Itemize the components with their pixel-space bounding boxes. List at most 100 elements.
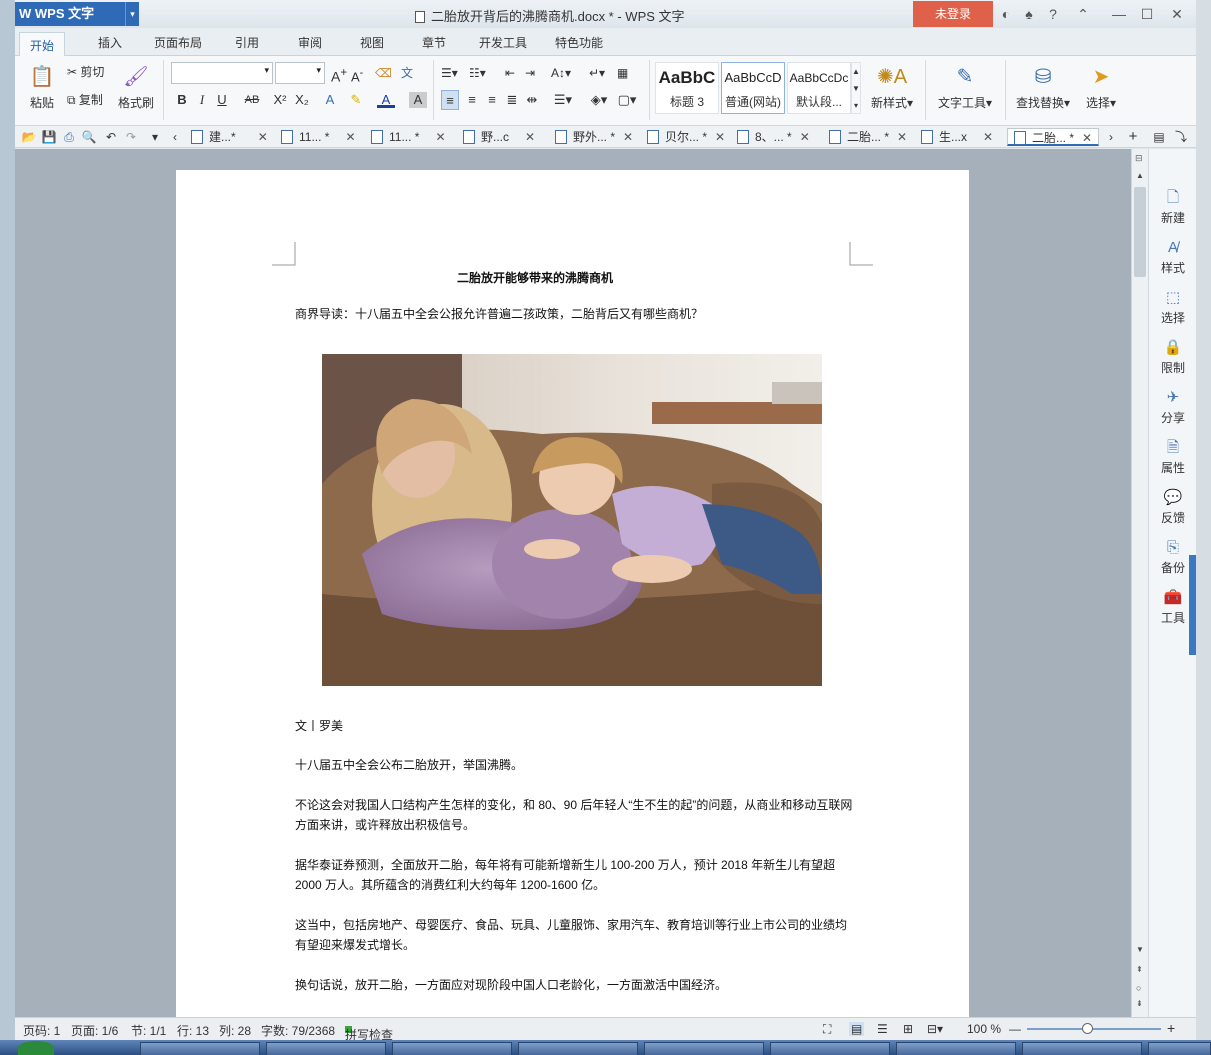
- scroll-down-icon[interactable]: ▼: [1136, 945, 1144, 954]
- style-normal-web[interactable]: AaBbCcD 普通(网站): [721, 62, 785, 114]
- undo-icon[interactable]: ↶: [103, 129, 119, 145]
- web-view-icon[interactable]: ⊞: [903, 1022, 913, 1036]
- tab-page-layout[interactable]: 页面布局: [154, 34, 202, 51]
- tab-menu-icon[interactable]: ⤵: [1173, 129, 1189, 145]
- scroll-up-icon[interactable]: ▲: [1136, 171, 1144, 180]
- start-orb-icon[interactable]: [18, 1041, 54, 1055]
- page-view-icon[interactable]: ▤: [849, 1022, 865, 1036]
- customize-quick-access-icon[interactable]: ▾: [147, 129, 163, 145]
- font-family-select[interactable]: ▾: [171, 62, 273, 84]
- skin-icon[interactable]: ◐: [994, 4, 1018, 24]
- taskbar-item[interactable]: [392, 1042, 512, 1055]
- taskbar-item[interactable]: [1022, 1042, 1142, 1055]
- select-browse-object-icon[interactable]: ○: [1136, 983, 1141, 993]
- highlight-icon[interactable]: ✎: [347, 90, 365, 110]
- outline-view-icon[interactable]: ☰: [877, 1022, 888, 1036]
- next-page-icon[interactable]: ⇟: [1136, 999, 1143, 1008]
- close-icon[interactable]: ✕: [258, 130, 268, 144]
- print-preview-icon[interactable]: 🔍: [81, 129, 97, 145]
- taskbar-item[interactable]: [518, 1042, 638, 1055]
- doc-tab[interactable]: 8、... * ✕: [737, 128, 810, 146]
- save-icon[interactable]: 💾: [41, 129, 57, 145]
- tab-insert[interactable]: 插入: [98, 34, 122, 51]
- document-canvas[interactable]: 二胎放开能够带来的沸腾商机 商界导读：十八届五中全会公报允许普遍二孩政策，二胎背…: [15, 149, 1131, 1030]
- close-icon[interactable]: ✕: [623, 130, 633, 144]
- zoom-slider-thumb[interactable]: [1082, 1023, 1094, 1034]
- login-button[interactable]: 未登录: [913, 1, 993, 27]
- text-effect-icon[interactable]: A: [321, 90, 339, 110]
- tab-review[interactable]: 审阅: [298, 34, 322, 51]
- superscript-icon[interactable]: X²: [271, 90, 289, 110]
- doc-tab[interactable]: 野...c ✕: [463, 128, 535, 146]
- italic-icon[interactable]: I: [193, 90, 211, 110]
- show-marks-icon[interactable]: ↵▾: [589, 63, 605, 83]
- paste-button[interactable]: 📋 粘贴: [21, 62, 63, 111]
- zoom-out-icon[interactable]: —: [1009, 1022, 1021, 1036]
- table-border-icon[interactable]: ▦: [617, 63, 628, 83]
- sidebar-new[interactable]: 🗋 新建: [1149, 187, 1196, 226]
- taskbar-item[interactable]: [1148, 1042, 1211, 1055]
- char-shading-icon[interactable]: A: [409, 92, 427, 108]
- tab-home[interactable]: 开始: [19, 32, 66, 56]
- close-button[interactable]: ✕: [1165, 4, 1189, 24]
- doc-tab[interactable]: 二胎... * ✕: [829, 128, 907, 146]
- collapse-ribbon-icon[interactable]: ⌃: [1071, 4, 1095, 24]
- doc-tab[interactable]: 11... * ✕: [281, 128, 356, 146]
- numbering-icon[interactable]: ☷▾: [469, 63, 486, 83]
- taskbar-item[interactable]: [266, 1042, 386, 1055]
- font-color-icon[interactable]: A: [377, 90, 395, 108]
- doc-tab[interactable]: 生...x ✕: [921, 128, 993, 146]
- close-icon[interactable]: ✕: [525, 130, 535, 144]
- doc-tab[interactable]: 建...* ✕: [191, 128, 268, 146]
- document-page[interactable]: 二胎放开能够带来的沸腾商机 商界导读：十八届五中全会公报允许普遍二孩政策，二胎背…: [176, 170, 969, 1030]
- scrollbar-thumb[interactable]: [1134, 187, 1146, 277]
- tab-list-icon[interactable]: ▤: [1151, 129, 1167, 145]
- open-icon[interactable]: 📂: [21, 129, 37, 145]
- align-left-icon[interactable]: ≡: [441, 90, 459, 110]
- previous-page-icon[interactable]: ⇞: [1136, 965, 1143, 974]
- tab-view[interactable]: 视图: [360, 34, 384, 51]
- new-style-button[interactable]: ✺A 新样式▾: [867, 62, 917, 111]
- cut-button[interactable]: ✂ 剪切: [67, 62, 104, 82]
- sidebar-styles[interactable]: A̸ 样式: [1149, 237, 1196, 276]
- find-replace-button[interactable]: ⛁ 查找替换▾: [1011, 62, 1075, 111]
- bullets-icon[interactable]: ☰▾: [441, 63, 458, 83]
- decrease-indent-icon[interactable]: ⇤: [505, 63, 515, 83]
- wps-app-menu[interactable]: W WPS 文字 ▾: [15, 2, 139, 26]
- close-icon[interactable]: ✕: [1082, 131, 1092, 145]
- shirt-icon[interactable]: ♠: [1017, 4, 1041, 24]
- new-tab-icon[interactable]: +: [1125, 129, 1141, 145]
- style-gallery-scroll[interactable]: ▲ ▼ ▾: [851, 62, 861, 114]
- strikethrough-icon[interactable]: AB: [241, 90, 263, 110]
- line-spacing-icon[interactable]: ☰▾: [551, 90, 575, 110]
- tab-special[interactable]: 特色功能: [555, 34, 603, 51]
- close-icon[interactable]: ✕: [715, 130, 725, 144]
- style-heading3[interactable]: AaBbC 标题 3: [655, 62, 719, 114]
- chevron-left-icon[interactable]: ‹: [167, 129, 183, 145]
- subscript-icon[interactable]: X₂: [293, 90, 311, 110]
- select-button[interactable]: ➤ 选择▾: [1079, 62, 1123, 111]
- sidebar-properties[interactable]: 🗎 属性: [1149, 437, 1196, 476]
- sidebar-restrict[interactable]: 🔒 限制: [1149, 337, 1196, 376]
- sidebar-feedback[interactable]: 💬 反馈: [1149, 487, 1196, 526]
- chevron-right-icon[interactable]: ›: [1103, 129, 1119, 145]
- status-word-count[interactable]: 字数: 79/2368: [261, 1022, 335, 1039]
- reading-view-icon[interactable]: ⊟▾: [927, 1022, 943, 1036]
- sort-icon[interactable]: A↕▾: [551, 63, 571, 83]
- redo-icon[interactable]: ↷: [123, 129, 139, 145]
- close-icon[interactable]: ✕: [800, 130, 810, 144]
- distribute-icon[interactable]: ⇹: [523, 90, 541, 110]
- print-icon[interactable]: ⎙: [61, 129, 77, 145]
- sidebar-select[interactable]: ⬚ 选择: [1149, 287, 1196, 326]
- vertical-scrollbar[interactable]: ⊟ ▲ ▼ ⇞ ○ ⇟: [1131, 149, 1148, 1017]
- help-icon[interactable]: ?: [1041, 4, 1065, 24]
- copy-button[interactable]: ⧉ 复制: [67, 90, 103, 110]
- bold-icon[interactable]: B: [173, 90, 191, 110]
- full-screen-view-icon[interactable]: ⛶: [823, 1022, 831, 1037]
- zoom-level[interactable]: 100 %: [967, 1022, 1001, 1036]
- justify-icon[interactable]: ≣: [503, 90, 521, 110]
- align-right-icon[interactable]: ≡: [483, 90, 501, 110]
- tab-chapter[interactable]: 章节: [422, 34, 446, 51]
- format-painter-button[interactable]: 🖌 格式刷: [115, 62, 157, 111]
- grow-font-icon[interactable]: A+: [331, 63, 347, 85]
